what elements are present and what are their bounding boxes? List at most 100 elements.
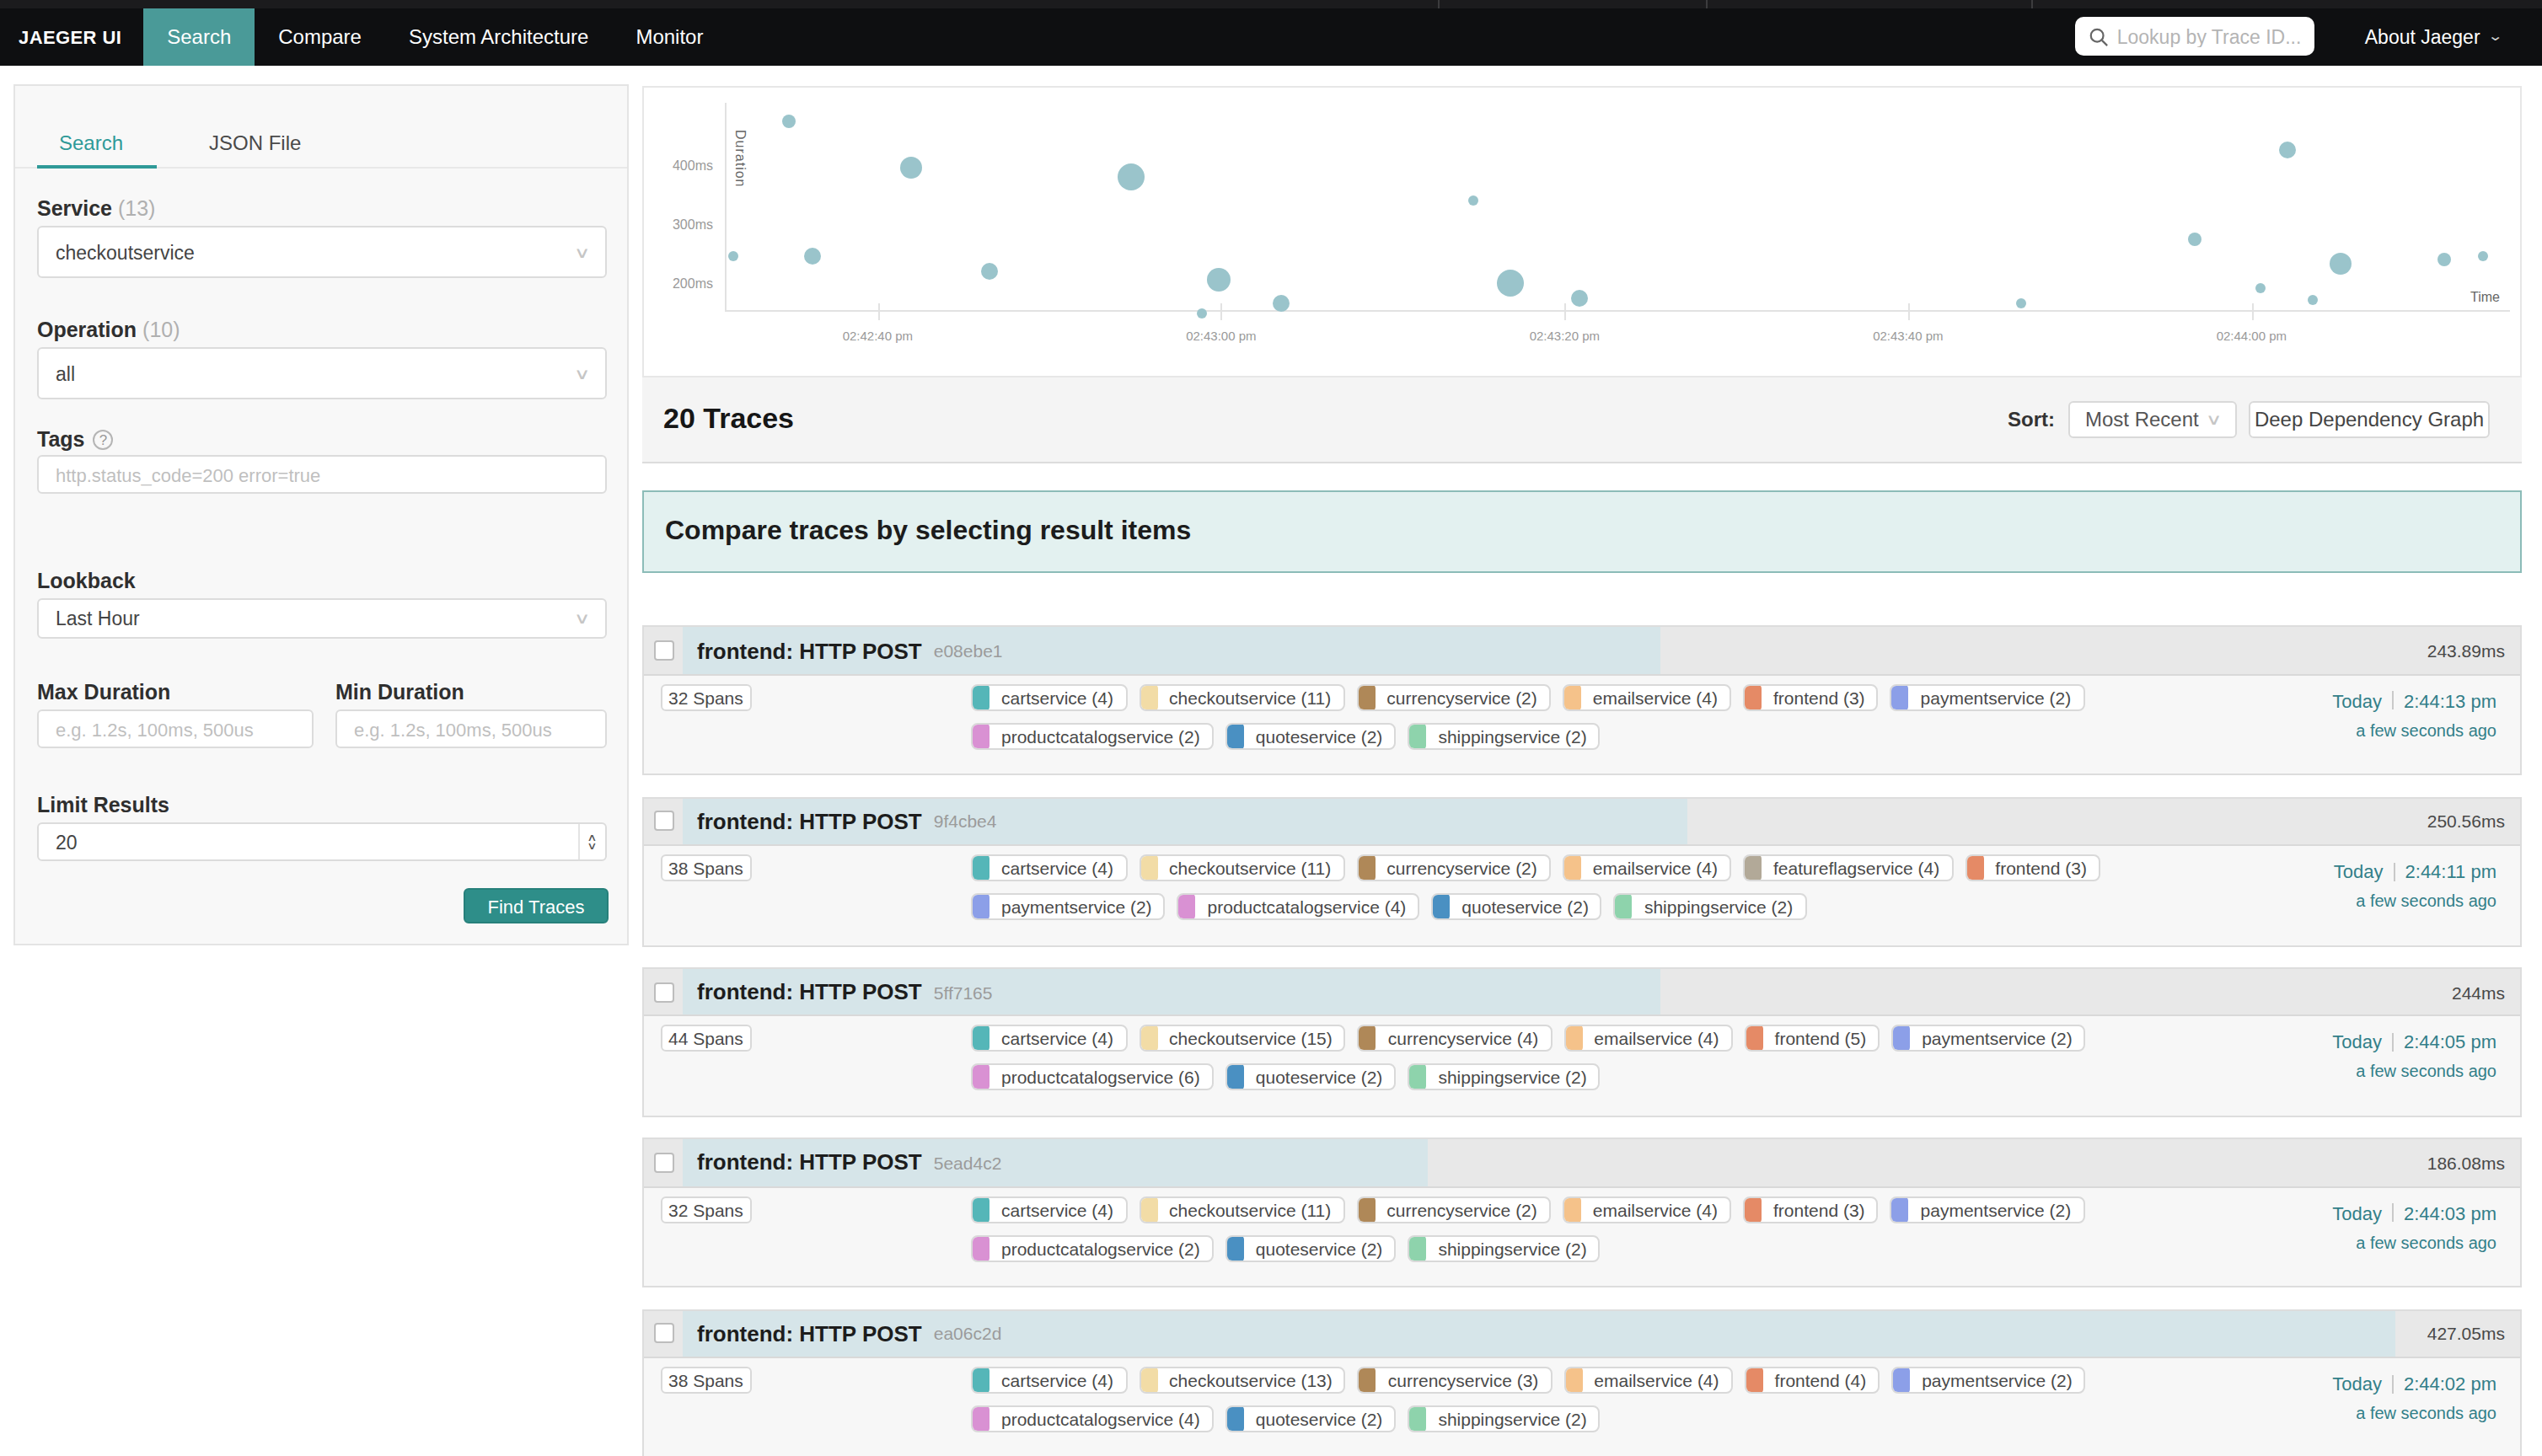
scatter-point[interactable] [1496,270,1523,297]
trace-day[interactable]: Today [2332,1202,2382,1223]
scatter-point[interactable] [728,251,738,261]
trace-time[interactable]: 2:44:02 pm [2404,1373,2496,1394]
service-chip[interactable]: emailservice (4) [1563,854,1731,881]
trace-card[interactable]: frontend: HTTP POST e08ebe1 243.89ms 32 … [641,626,2522,776]
nav-item-monitor[interactable]: Monitor [612,8,727,65]
service-chip[interactable]: frontend (4) [1745,1367,1880,1394]
service-chip[interactable]: frontend (3) [1743,684,1879,711]
service-chip[interactable]: frontend (3) [1965,854,2100,881]
trace-title[interactable]: frontend: HTTP POST [697,1150,922,1175]
service-chip[interactable]: cartservice (4) [971,1025,1127,1052]
trace-time[interactable]: 2:44:13 pm [2404,691,2496,711]
trace-checkbox[interactable] [653,811,673,832]
service-chip[interactable]: quoteservice (2) [1225,723,1397,750]
service-chip[interactable]: emailservice (4) [1563,1196,1731,1223]
trace-day[interactable]: Today [2332,691,2382,711]
service-chip[interactable]: currencyservice (3) [1358,1367,1553,1394]
scatter-point[interactable] [2255,284,2266,294]
trace-checkbox[interactable] [653,1324,673,1344]
service-chip[interactable]: productcatalogservice (2) [971,1234,1214,1261]
lookback-select[interactable]: Last Hour∨ [37,598,607,639]
service-chip[interactable]: shippingservice (2) [1408,1064,1600,1091]
scatter-point[interactable] [804,248,821,265]
service-chip[interactable]: checkoutservice (11) [1139,684,1344,711]
help-icon[interactable]: ? [94,429,114,449]
service-chip[interactable]: shippingservice (2) [1408,723,1600,750]
trace-day[interactable]: Today [2334,861,2384,881]
trace-time[interactable]: 2:44:03 pm [2404,1202,2496,1223]
scatter-point[interactable] [1572,290,1589,307]
service-chip[interactable]: productcatalogservice (2) [971,723,1214,750]
service-chip[interactable]: emailservice (4) [1563,1367,1732,1394]
tab-search[interactable]: Search [59,131,123,155]
find-traces-button[interactable]: Find Traces [464,888,609,923]
service-chip[interactable]: checkoutservice (13) [1139,1367,1346,1394]
trace-lookup-input[interactable]: Lookup by Trace ID... [2075,17,2314,56]
trace-card[interactable]: frontend: HTTP POST 5ead4c2 186.08ms 32 … [641,1138,2522,1287]
service-chip[interactable]: currencyservice (4) [1358,1025,1553,1052]
trace-title[interactable]: frontend: HTTP POST [697,809,922,834]
service-chip[interactable]: emailservice (4) [1563,684,1731,711]
scatter-point[interactable] [981,263,998,280]
service-chip[interactable]: shippingservice (2) [1408,1405,1600,1432]
service-chip[interactable]: frontend (5) [1745,1025,1880,1052]
service-chip[interactable]: checkoutservice (15) [1139,1025,1346,1052]
scatter-point[interactable] [2437,253,2451,266]
scatter-point[interactable] [2188,233,2201,246]
scatter-point[interactable] [899,158,921,179]
trace-card[interactable]: frontend: HTTP POST ea06c2d 427.05ms 38 … [641,1309,2522,1456]
service-chip[interactable]: currencyservice (2) [1356,1196,1551,1223]
trace-time[interactable]: 2:44:05 pm [2404,1032,2496,1052]
service-chip[interactable]: shippingservice (2) [1408,1234,1600,1261]
service-chip[interactable]: quoteservice (2) [1225,1234,1397,1261]
scatter-point[interactable] [1468,195,1478,206]
trace-title[interactable]: frontend: HTTP POST [697,979,922,1004]
service-chip[interactable]: productcatalogservice (4) [1177,893,1420,920]
scatter-point[interactable] [2279,142,2296,158]
about-jaeger-menu[interactable]: About Jaeger ⌄ [2365,26,2502,46]
trace-day[interactable]: Today [2332,1373,2382,1394]
scatter-point[interactable] [2309,295,2319,305]
limit-results-input[interactable]: 20 ∧∨ [37,822,607,861]
scatter-point[interactable] [2330,252,2352,274]
scatter-point[interactable] [1273,295,1290,312]
scatter-point[interactable] [1118,163,1145,190]
service-chip[interactable]: productcatalogservice (6) [971,1064,1214,1091]
service-chip[interactable]: quoteservice (2) [1225,1405,1397,1432]
trace-checkbox[interactable] [653,982,673,1002]
service-chip[interactable]: paymentservice (2) [1891,1025,2086,1052]
trace-title[interactable]: frontend: HTTP POST [697,638,922,663]
scatter-point[interactable] [1208,268,1231,292]
service-chip[interactable]: featureflagservice (4) [1743,854,1953,881]
number-stepper[interactable]: ∧∨ [578,824,605,859]
app-logo[interactable]: JAEGER UI [19,26,121,46]
trace-card[interactable]: frontend: HTTP POST 5ff7165 244ms 44 Spa… [641,967,2522,1117]
operation-select[interactable]: all∨ [37,347,607,399]
scatter-point[interactable] [781,115,795,128]
service-chip[interactable]: productcatalogservice (4) [971,1405,1214,1432]
nav-item-system-architecture[interactable]: System Architecture [385,8,612,65]
service-chip[interactable]: checkoutservice (11) [1139,1196,1344,1223]
trace-day[interactable]: Today [2332,1032,2382,1052]
service-chip[interactable]: cartservice (4) [971,1196,1127,1223]
service-chip[interactable]: paymentservice (2) [971,893,1166,920]
trace-title[interactable]: frontend: HTTP POST [697,1321,922,1346]
sort-select[interactable]: Most Recent∨ [2068,400,2237,438]
service-chip[interactable]: paymentservice (2) [1891,1367,2086,1394]
trace-time[interactable]: 2:44:11 pm [2405,861,2496,881]
trace-card[interactable]: frontend: HTTP POST 9f4cbe4 250.56ms 38 … [641,796,2522,946]
service-chip[interactable]: shippingservice (2) [1614,893,1806,920]
service-chip[interactable]: currencyservice (2) [1356,854,1551,881]
service-chip[interactable]: cartservice (4) [971,854,1127,881]
service-chip[interactable]: quoteservice (2) [1431,893,1602,920]
scatter-point[interactable] [2478,251,2488,261]
scatter-point[interactable] [1197,308,1207,318]
service-chip[interactable]: quoteservice (2) [1225,1064,1397,1091]
deep-dependency-graph-button[interactable]: Deep Dependency Graph [2249,400,2490,438]
max-duration-input[interactable]: e.g. 1.2s, 100ms, 500us [37,709,314,748]
nav-item-search[interactable]: Search [143,8,255,65]
service-chip[interactable]: cartservice (4) [971,684,1127,711]
service-select[interactable]: checkoutservice∨ [37,226,607,278]
trace-checkbox[interactable] [653,640,673,661]
min-duration-input[interactable]: e.g. 1.2s, 100ms, 500us [335,709,607,748]
